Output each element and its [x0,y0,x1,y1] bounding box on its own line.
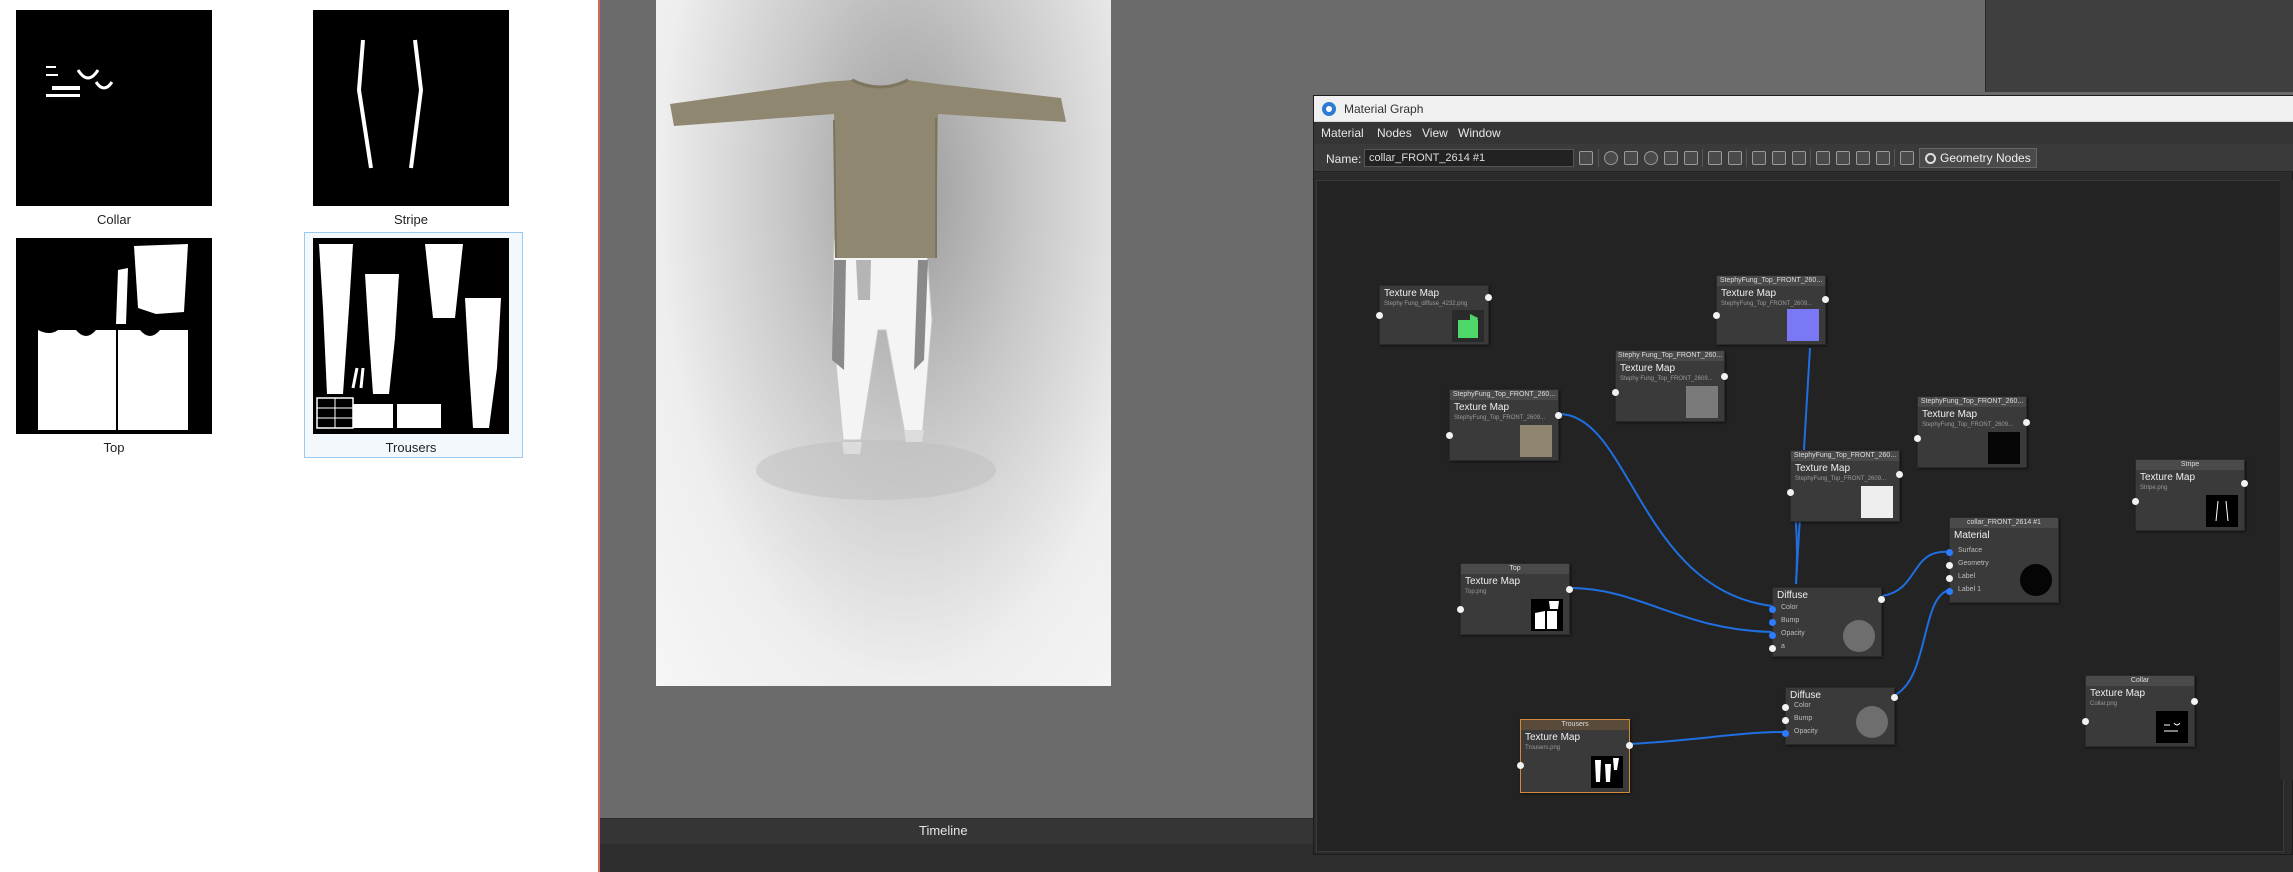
menu-window[interactable]: Window [1458,126,1501,140]
layout-icon[interactable] [1876,151,1890,165]
timeline-label: Timeline [919,823,968,838]
graph-toolbar: Name: Geometry Nodes [1314,144,2293,172]
node-material[interactable]: collar_FRONT_2614 #1 Material Surface Ge… [1946,517,2059,603]
sphere-preview-icon[interactable] [1604,151,1618,165]
node-texture-map-top[interactable]: Top Texture Map Top.png [1457,563,1573,635]
garment-avatar [670,78,1066,500]
geometry-nodes-label: Geometry Nodes [1940,151,2031,165]
collar-thumbnail [16,10,212,206]
texture-label: Top [103,440,125,455]
node-diffuse-1[interactable]: Diffuse Color Bump Opacity a [1769,587,1885,657]
node-diffuse-2[interactable]: Diffuse Color Bump Opacity [1782,687,1898,745]
menu-bar: Material Nodes View Window [1314,122,2293,144]
geometry-nodes-icon [1925,153,1936,164]
material-name-input[interactable] [1364,149,1574,167]
save-icon[interactable] [1579,151,1593,165]
frame-icon[interactable] [1856,151,1870,165]
top-thumbnail [16,238,212,434]
delete-icon[interactable] [1728,151,1742,165]
align-icon[interactable] [1816,151,1830,165]
scrollbar[interactable] [2280,180,2293,780]
lock-icon[interactable] [1684,151,1698,165]
copy-icon[interactable] [1708,151,1722,165]
move-icon[interactable] [1836,151,1850,165]
link-icon[interactable] [1792,151,1806,165]
checker-icon[interactable] [1624,151,1638,165]
trousers-thumbnail [313,238,509,434]
name-label: Name: [1326,152,1362,166]
texture-label: Stripe [394,212,428,227]
window-title: Material Graph [1344,102,1424,116]
render-frame[interactable] [656,0,1111,686]
add-node-icon[interactable] [1752,151,1766,165]
window-titlebar[interactable]: Material Graph [1314,96,2293,122]
menu-nodes[interactable]: Nodes [1377,126,1412,140]
node-texture-map-trousers[interactable]: Trousers Texture Map Trousers.png [1517,719,1633,793]
geometry-nodes-button[interactable]: Geometry Nodes [1919,148,2037,168]
menu-view[interactable]: View [1422,126,1448,140]
node-texture-map-diffuse[interactable]: Texture Map Stephy Fung_diffuse_4232.png [1376,285,1492,345]
viewport-side-panel [1985,0,2293,92]
node-texture-map-gray[interactable]: Stephy Fung_Top_FRONT_260... Texture Map… [1612,350,1728,422]
node-texture-map-white[interactable]: StephyFung_Top_FRONT_260... Texture Map … [1787,450,1903,522]
sliders-icon[interactable] [1664,151,1678,165]
node-texture-map-black[interactable]: StephyFung_Top_FRONT_260... Texture Map … [1914,396,2030,468]
node-texture-map-stripe[interactable]: Stripe Texture Map Stripe.png [2132,459,2248,531]
texture-browser: Collar Stripe Top Trousers [0,0,598,872]
node-texture-map-fabric[interactable]: StephyFung_Top_FRONT_260... Texture Map … [1446,389,1562,461]
refresh-icon[interactable] [1644,151,1658,165]
node-texture-map-collar[interactable]: Collar Texture Map Collar.png [2082,675,2198,747]
node-texture-map-normal[interactable]: StephyFung_Top_FRONT_260... Texture Map … [1713,275,1829,345]
scissors-icon[interactable] [1900,151,1914,165]
menu-material[interactable]: Material [1321,126,1364,140]
stripe-thumbnail [313,10,509,206]
texture-label: Collar [97,212,131,227]
group-icon[interactable] [1772,151,1786,165]
texture-label: Trousers [385,440,437,455]
app-logo-icon [1322,102,1336,116]
